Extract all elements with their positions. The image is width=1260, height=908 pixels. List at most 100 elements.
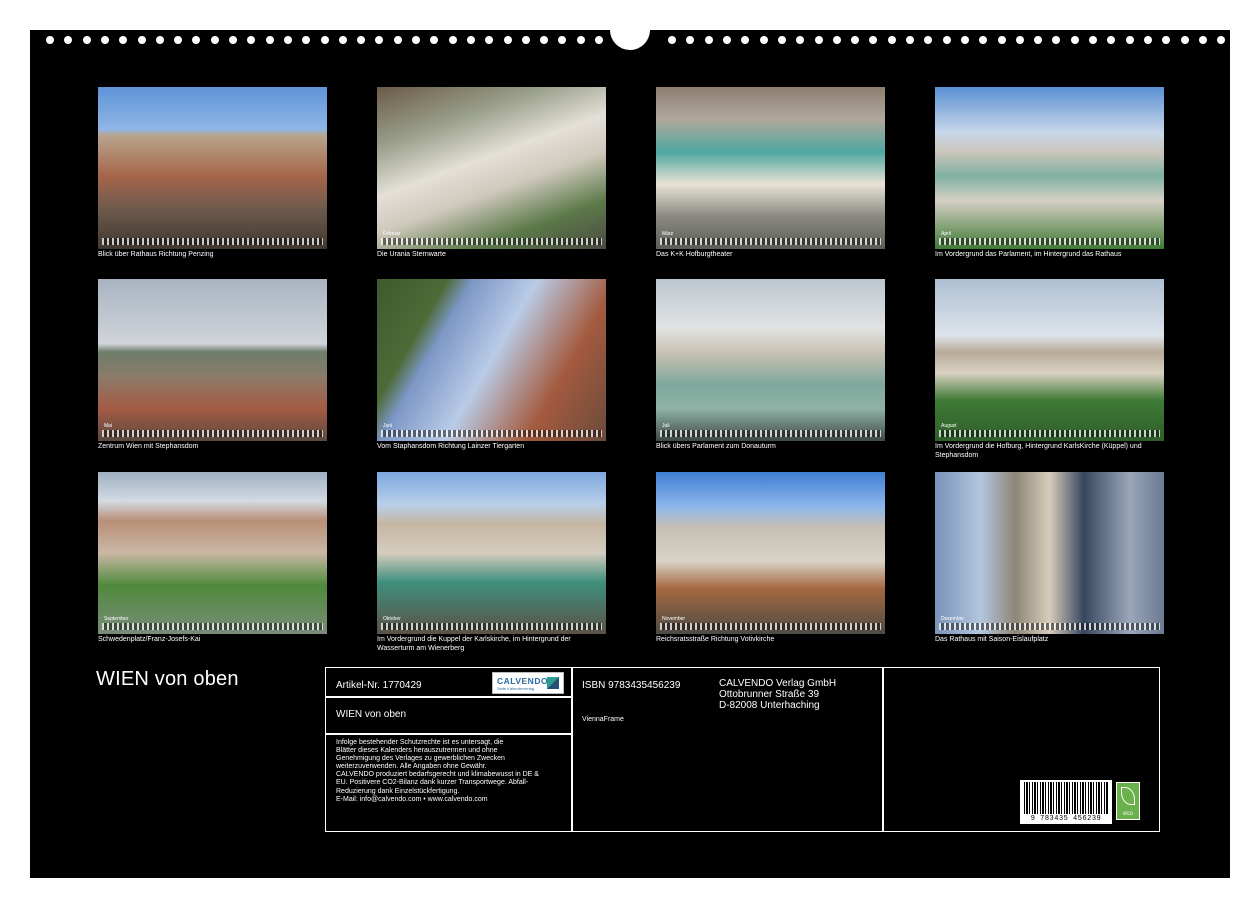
binding-hole xyxy=(943,36,951,44)
binding-hole xyxy=(247,36,255,44)
photo-august: August xyxy=(935,279,1164,441)
publisher-line: CALVENDO Verlag GmbH xyxy=(719,678,837,689)
photo-january xyxy=(98,87,327,249)
logo-mark-icon xyxy=(547,677,559,689)
legal-line: Blätter dieses Kalenders herauszutrennen… xyxy=(336,747,498,755)
month-label: März xyxy=(662,231,674,237)
eco-badge: eco xyxy=(1116,782,1140,820)
divider xyxy=(571,668,573,831)
photo-september: September xyxy=(98,472,327,634)
month-label: Mai xyxy=(104,423,113,429)
binding-hole xyxy=(357,36,365,44)
legal-line: Infolge bestehender Schutzrechte ist es … xyxy=(336,739,504,746)
legal-line: EU. Positivere CO2-Bilanz dank kurzer Tr… xyxy=(336,779,529,787)
month-label: Juli xyxy=(662,423,670,429)
legal-line: Genehmigung des Verlages zu gewerblichen… xyxy=(336,755,505,763)
binding-hole xyxy=(869,36,877,44)
author: ViennaFrame xyxy=(582,716,624,723)
caption-november: Reichsratsstraße Richtung Votivkirche xyxy=(656,636,775,643)
binding-hole xyxy=(449,36,457,44)
divider xyxy=(326,733,571,735)
binding-hole xyxy=(229,36,237,44)
binding-hole xyxy=(558,36,566,44)
binding-hole xyxy=(924,36,932,44)
binding-hole xyxy=(1181,36,1189,44)
binding-hole xyxy=(906,36,914,44)
caption-june: Vom Staphansdom Richtung Lainzer Tiergar… xyxy=(377,443,525,450)
month-label: Juni xyxy=(383,423,393,429)
binding-hole xyxy=(1089,36,1097,44)
title-repeat: WIEN von oben xyxy=(336,709,407,720)
caption-july: Blick übers Parlament zum Donauturm xyxy=(656,443,776,450)
logo-text: CALVENDO xyxy=(497,676,549,686)
caption-december: Das Rathaus mit Saison-Eislaufplatz xyxy=(935,636,1049,643)
caption-september: Schwedenplatz/Franz-Josefs-Kai xyxy=(98,636,201,643)
binding-hole xyxy=(1016,36,1024,44)
publisher-line: D-82008 Unterhaching xyxy=(719,700,820,711)
binding-hole xyxy=(192,36,200,44)
divider xyxy=(882,668,884,831)
month-label: November xyxy=(662,616,686,622)
article-number: Artikel-Nr. 1770429 xyxy=(336,680,422,691)
binding-hole xyxy=(138,36,146,44)
photo-october: Oktober xyxy=(377,472,606,634)
month-label: September xyxy=(104,616,129,622)
binding-hole xyxy=(741,36,749,44)
binding-hole xyxy=(284,36,292,44)
legal-line: CALVENDO produziert bedarfsgerecht und k… xyxy=(336,771,539,779)
binding-hole xyxy=(577,36,585,44)
binding-hole xyxy=(888,36,896,44)
binding-hole xyxy=(375,36,383,44)
binding-hole xyxy=(851,36,859,44)
caption-february: Die Urania Sternwarte xyxy=(377,251,446,258)
month-label: Oktober xyxy=(383,616,401,622)
binding-hole xyxy=(64,36,72,44)
binding-hole xyxy=(705,36,713,44)
binding-hole xyxy=(961,36,969,44)
binding-hole xyxy=(1126,36,1134,44)
binding-hole xyxy=(668,36,676,44)
caption-march: Das K+K Hofburgtheater xyxy=(656,251,733,258)
photo-november: November xyxy=(656,472,885,634)
binding-hole xyxy=(156,36,164,44)
binding-hole xyxy=(1071,36,1079,44)
month-label: August xyxy=(941,423,957,429)
legal-line: weiterzuverwenden. Alle Angaben ohne Gew… xyxy=(336,763,487,771)
month-label: April xyxy=(941,231,952,237)
legal-line: E-Mail: info@calvendo.com • www.calvendo… xyxy=(336,795,488,803)
binding-hole xyxy=(46,36,54,44)
photo-july: Juli xyxy=(656,279,885,441)
binding-hole xyxy=(998,36,1006,44)
photo-may: Mai xyxy=(98,279,327,441)
legal-line: Reduzierung dank Einzelstückfertigung. xyxy=(336,787,460,795)
month-label: Dezember xyxy=(941,616,965,622)
calendar-title: WIEN von oben xyxy=(96,668,239,690)
isbn: ISBN 9783435456239 xyxy=(582,680,681,691)
binding-hole xyxy=(522,36,530,44)
caption-april: Im Vordergrund das Parlament, im Hinterg… xyxy=(935,251,1122,258)
leaf-icon xyxy=(1121,787,1135,805)
binding-hole xyxy=(485,36,493,44)
binding-hole xyxy=(760,36,768,44)
isbn-barcode: 9 783435 456239 xyxy=(1020,780,1112,824)
photo-march: März xyxy=(656,87,885,249)
binding-hole xyxy=(101,36,109,44)
calvendo-logo: CALVENDO Seite Kalenderverlag xyxy=(492,672,564,694)
photo-june: Juni xyxy=(377,279,606,441)
month-label: Februar xyxy=(383,231,401,237)
binding-hole xyxy=(1162,36,1170,44)
eco-label: eco xyxy=(1123,811,1133,817)
binding-hole xyxy=(430,36,438,44)
binding-hole xyxy=(174,36,182,44)
binding-hole xyxy=(778,36,786,44)
binding-hole xyxy=(302,36,310,44)
binding-hole xyxy=(321,36,329,44)
binding-hole xyxy=(1144,36,1152,44)
binding-hole xyxy=(211,36,219,44)
legal-text: Infolge bestehender Schutzrechte ist es … xyxy=(336,739,568,804)
binding-hole xyxy=(1034,36,1042,44)
binding-hole xyxy=(1199,36,1207,44)
binding-hole xyxy=(412,36,420,44)
imprint-box: Artikel-Nr. 1770429 CALVENDO Seite Kalen… xyxy=(325,667,1160,832)
binding-hole xyxy=(266,36,274,44)
